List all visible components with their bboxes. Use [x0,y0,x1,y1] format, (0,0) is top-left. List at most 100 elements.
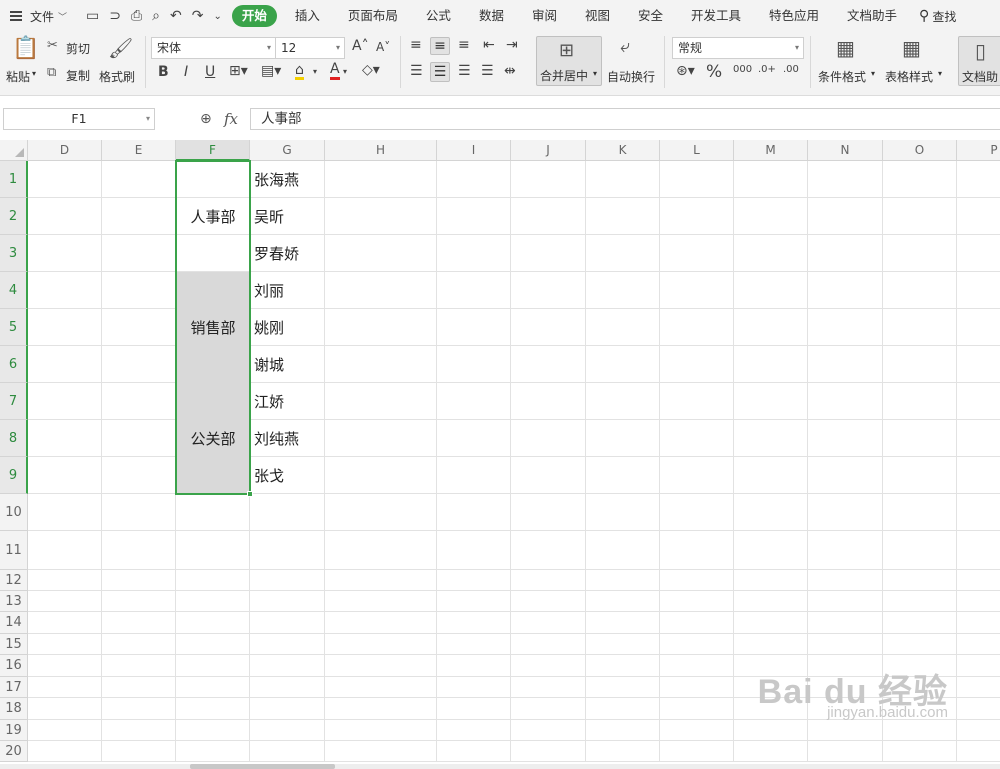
row-header-13[interactable]: 13 [0,591,28,612]
tab-6[interactable]: 视图 [571,5,624,27]
row-header-3[interactable]: 3 [0,235,28,272]
merged-cell-department[interactable]: 销售部 [176,272,250,383]
paste-button[interactable]: 粘贴 [6,68,30,85]
export-pdf-icon[interactable]: ⊃ [109,8,121,24]
align-left-icon[interactable]: ☰ [410,63,423,79]
tab-9[interactable]: 特色应用 [755,5,833,27]
merged-cell-department[interactable]: 人事部 [176,161,250,272]
tab-1[interactable]: 插入 [281,5,334,27]
tab-3[interactable]: 公式 [412,5,465,27]
row-header-1[interactable]: 1 [0,161,28,198]
scrollbar-thumb[interactable] [190,764,335,769]
fill-handle[interactable] [247,491,253,497]
row-header-16[interactable]: 16 [0,655,28,677]
row-header-7[interactable]: 7 [0,383,28,420]
merged-cell-department[interactable]: 公关部 [176,383,250,494]
redo-icon[interactable]: ↷ [192,8,204,24]
cell-name[interactable]: 张戈 [250,457,325,494]
align-top-icon[interactable]: ≡ [410,37,422,53]
increase-indent-icon[interactable]: ⇥ [506,37,518,53]
font-color-icon[interactable]: A [330,62,340,80]
zoom-formula-icon[interactable]: ⊕ [200,111,212,127]
cell-name[interactable]: 刘纯燕 [250,420,325,457]
tab-2[interactable]: 页面布局 [334,5,412,27]
copy-icon[interactable]: ⧉ [47,65,56,80]
bold-button[interactable]: B [158,64,169,80]
table-style-icon[interactable]: ▦ [902,36,921,60]
column-header-g[interactable]: G [250,140,325,161]
underline-button[interactable]: U [205,64,215,80]
row-header-17[interactable]: 17 [0,677,28,698]
row-header-15[interactable]: 15 [0,634,28,655]
increase-font-icon[interactable]: A˄ [352,38,369,54]
conditional-format-icon[interactable]: ▦ [836,36,855,60]
tab-5[interactable]: 审阅 [518,5,571,27]
align-right-icon[interactable]: ☰ [458,63,471,79]
cell-name[interactable]: 张海燕 [250,161,325,198]
search-button[interactable]: ⚲ 查找 [919,8,956,25]
wrap-text-button[interactable]: 自动换行 [607,68,655,85]
column-header-j[interactable]: J [511,140,586,161]
print-icon[interactable]: ⎙ [131,8,142,24]
font-size-select[interactable]: 12 ▾ [275,37,345,59]
row-header-12[interactable]: 12 [0,570,28,591]
borders-icon[interactable]: ⊞▾ [229,63,248,79]
distributed-icon[interactable]: ⇹ [504,63,516,79]
fx-icon[interactable]: fx [224,110,238,128]
percent-button[interactable]: % [706,62,722,82]
column-header-n[interactable]: N [808,140,883,161]
cell-name[interactable]: 吴昕 [250,198,325,235]
fill-color-dropdown-icon[interactable]: ▾ [313,67,317,76]
decrease-indent-icon[interactable]: ⇤ [483,37,495,53]
currency-icon[interactable]: ⊛▾ [676,63,695,79]
column-header-f[interactable]: F [176,140,250,161]
column-header-d[interactable]: D [28,140,102,161]
name-box[interactable]: F1 ▾ [3,108,155,130]
italic-button[interactable]: I [184,64,188,80]
row-header-14[interactable]: 14 [0,612,28,634]
row-header-19[interactable]: 19 [0,720,28,741]
column-header-k[interactable]: K [586,140,660,161]
justify-icon[interactable]: ☰ [481,63,494,79]
font-color-dropdown-icon[interactable]: ▾ [343,67,347,76]
tab-7[interactable]: 安全 [624,5,677,27]
align-center-button[interactable]: ☰ [430,62,450,82]
fill-color-icon[interactable]: ⌂ [295,63,304,80]
format-painter-icon[interactable]: 🖌 [108,36,133,60]
undo-icon[interactable]: ↶ [170,8,182,24]
tab-10[interactable]: 文档助手 [833,5,911,27]
paste-icon[interactable]: 📋 [12,36,39,61]
thousands-button[interactable]: 000 [733,64,752,75]
column-header-o[interactable]: O [883,140,957,161]
column-header-i[interactable]: I [437,140,511,161]
align-bottom-icon[interactable]: ≡ [458,37,470,53]
row-header-6[interactable]: 6 [0,346,28,383]
formula-input[interactable]: 人事部 [250,108,1000,130]
cut-button[interactable]: 剪切 [66,40,90,57]
row-header-8[interactable]: 8 [0,420,28,457]
row-header-20[interactable]: 20 [0,741,28,762]
increase-decimal-button[interactable]: .0+ [758,64,776,75]
font-name-select[interactable]: 宋体 ▾ [151,37,276,59]
cell-name[interactable]: 谢城 [250,346,325,383]
cell-name[interactable]: 姚刚 [250,309,325,346]
select-all-corner[interactable] [0,140,28,161]
row-header-5[interactable]: 5 [0,309,28,346]
customize-toolbar-icon[interactable]: ⌄ [213,11,221,22]
number-format-select[interactable]: 常规 ▾ [672,37,804,59]
column-header-h[interactable]: H [325,140,437,161]
row-header-10[interactable]: 10 [0,494,28,531]
align-middle-button[interactable]: ≡ [430,37,450,55]
row-header-4[interactable]: 4 [0,272,28,309]
tab-4[interactable]: 数据 [465,5,518,27]
column-header-p[interactable]: P [957,140,1000,161]
print-preview-icon[interactable]: ⌕ [152,8,160,24]
conditional-format-button[interactable]: 条件格式 [818,68,866,85]
row-header-18[interactable]: 18 [0,698,28,720]
format-painter-button[interactable]: 格式刷 [99,68,135,85]
wrap-text-icon[interactable]: ⤶ [620,36,630,57]
row-header-9[interactable]: 9 [0,457,28,494]
row-header-2[interactable]: 2 [0,198,28,235]
decrease-decimal-button[interactable]: .00 [783,64,799,75]
column-header-e[interactable]: E [102,140,176,161]
